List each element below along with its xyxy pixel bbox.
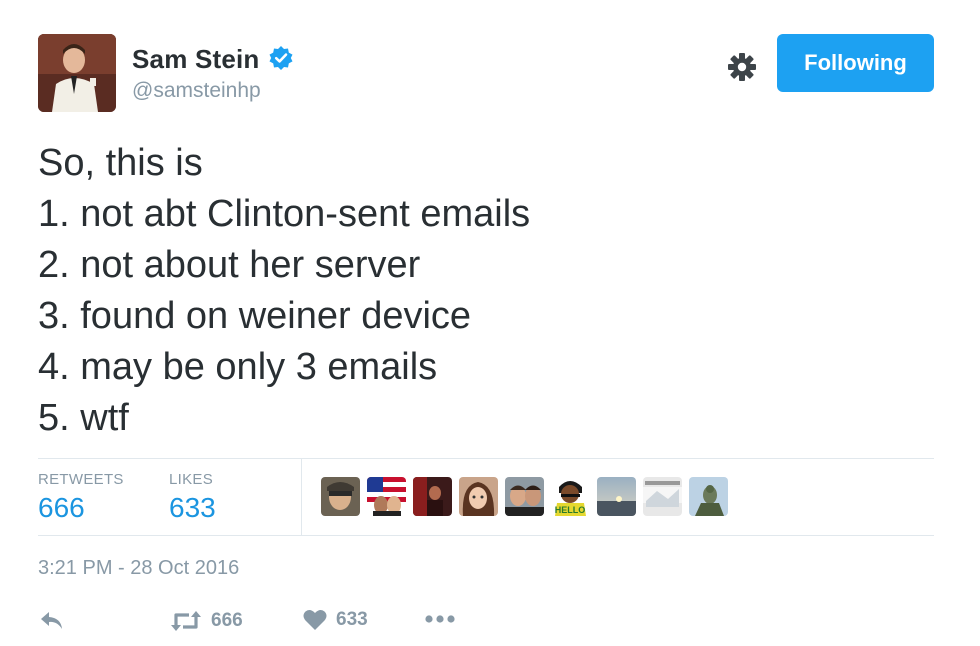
tweet-line: 4. may be only 3 emails <box>38 346 438 388</box>
like-button[interactable]: 633 <box>302 608 368 632</box>
stats-divider <box>301 459 302 535</box>
user-handle[interactable]: @samsteinhp <box>132 79 294 103</box>
retweets-count[interactable]: 666 <box>38 492 124 524</box>
liker-avatar[interactable] <box>413 477 452 516</box>
reply-button[interactable] <box>38 608 66 634</box>
likes-stat[interactable]: LIKES 633 <box>169 471 216 524</box>
likes-label: LIKES <box>169 471 214 488</box>
more-icon <box>425 615 455 623</box>
like-count: 633 <box>336 609 368 630</box>
tweet-line: 3. found on weiner device <box>38 295 472 337</box>
liker-avatar[interactable] <box>321 477 360 516</box>
verified-badge-icon <box>268 45 294 71</box>
gear-icon[interactable] <box>726 51 758 83</box>
tweet-line: 5. wtf <box>38 397 129 439</box>
liker-avatar[interactable] <box>505 477 544 516</box>
heart-icon <box>303 610 327 630</box>
tweet-line: 1. not abt Clinton-sent emails <box>38 193 531 235</box>
retweets-stat[interactable]: RETWEETS 666 <box>38 471 124 524</box>
liker-avatar[interactable] <box>689 477 728 516</box>
retweets-label: RETWEETS <box>38 471 124 488</box>
tweet-line: 2. not about her server <box>38 244 421 286</box>
liker-avatar[interactable] <box>459 477 498 516</box>
liker-avatar[interactable] <box>643 477 682 516</box>
tweet-stats: RETWEETS 666 LIKES 633 HELLO <box>38 458 934 536</box>
retweet-icon <box>171 611 201 631</box>
avatar-photo <box>38 34 116 112</box>
tweet-actions: 666 633 <box>38 608 638 638</box>
tweet-line: So, this is <box>38 142 203 184</box>
liker-avatar[interactable] <box>597 477 636 516</box>
retweet-button[interactable]: 666 <box>169 608 243 634</box>
following-button[interactable]: Following <box>777 34 934 92</box>
tweet-timestamp[interactable]: 3:21 PM - 28 Oct 2016 <box>38 557 239 580</box>
liker-avatar[interactable] <box>367 477 406 516</box>
avatar[interactable] <box>38 34 116 112</box>
liker-avatar[interactable]: HELLO <box>551 477 590 516</box>
reply-icon <box>41 612 62 629</box>
likes-count[interactable]: 633 <box>169 492 216 524</box>
display-name[interactable]: Sam Stein <box>132 44 260 75</box>
user-identity[interactable]: Sam Stein @samsteinhp <box>132 44 294 103</box>
retweet-count: 666 <box>211 610 243 631</box>
tweet-text: So, this is 1. not abt Clinton-sent emai… <box>38 138 934 444</box>
svg-text:HELLO: HELLO <box>555 505 586 515</box>
more-button[interactable] <box>424 612 456 626</box>
